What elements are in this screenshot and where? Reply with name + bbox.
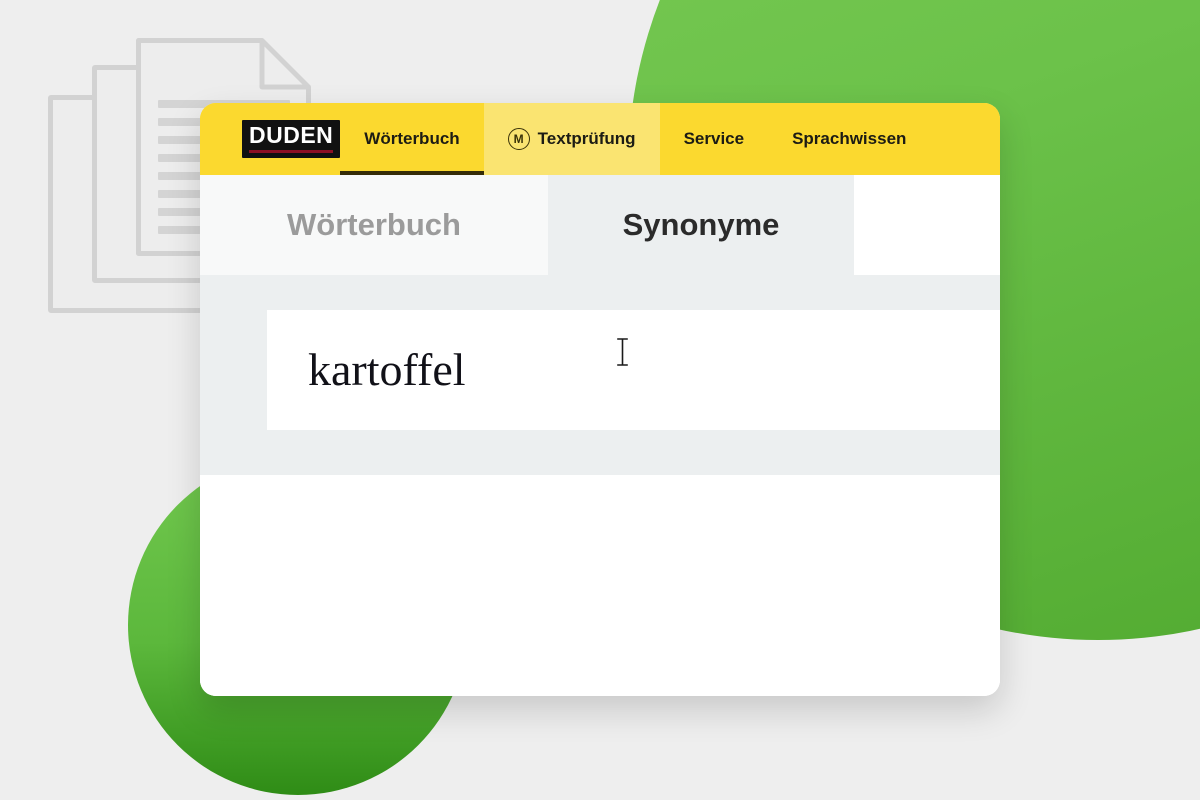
nav-segment-textpruefung: M Textprüfung [483, 103, 660, 175]
duden-app-card: DUDEN Wörterbuch M Textprüfung Service S… [200, 103, 1000, 696]
nav-segment-primary-right: Service Sprachwissen [659, 103, 1000, 175]
nav-item-textpruefung[interactable]: M Textprüfung [484, 103, 660, 175]
nav-item-service[interactable]: Service [660, 103, 769, 175]
search-input-value: kartoffel [308, 344, 466, 395]
search-band: kartoffel [200, 275, 1000, 475]
tab-synonyme[interactable]: Synonyme [548, 175, 854, 275]
results-area [200, 475, 1000, 696]
duden-logo-badge: DUDEN [242, 120, 341, 158]
duden-logo-underline [249, 150, 334, 153]
nav-item-sprachwissen[interactable]: Sprachwissen [768, 103, 930, 175]
nav-segment-primary-left: DUDEN Wörterbuch [200, 103, 485, 175]
search-input[interactable]: kartoffel [267, 310, 1000, 430]
top-navigation-bar: DUDEN Wörterbuch M Textprüfung Service S… [200, 103, 1000, 175]
circled-m-icon: M [507, 128, 530, 150]
nav-item-label: Service [683, 129, 745, 148]
nav-item-label: Textprüfung [537, 129, 636, 148]
card-content: Wörterbuch Synonyme kartoffel [200, 175, 1000, 696]
nav-item-label: Wörterbuch [364, 129, 460, 148]
tab-woerterbuch[interactable]: Wörterbuch [200, 175, 548, 275]
duden-logo-text: DUDEN [249, 122, 334, 148]
tabstrip-filler [854, 175, 1000, 275]
nav-item-woerterbuch[interactable]: Wörterbuch [340, 103, 485, 175]
nav-item-label: Sprachwissen [792, 129, 907, 148]
tab-label: Wörterbuch [287, 207, 461, 242]
text-ibeam-cursor [617, 338, 628, 366]
dictionary-tabs: Wörterbuch Synonyme [200, 175, 1000, 275]
duden-logo[interactable]: DUDEN [200, 103, 341, 175]
tab-label: Synonyme [622, 207, 780, 242]
